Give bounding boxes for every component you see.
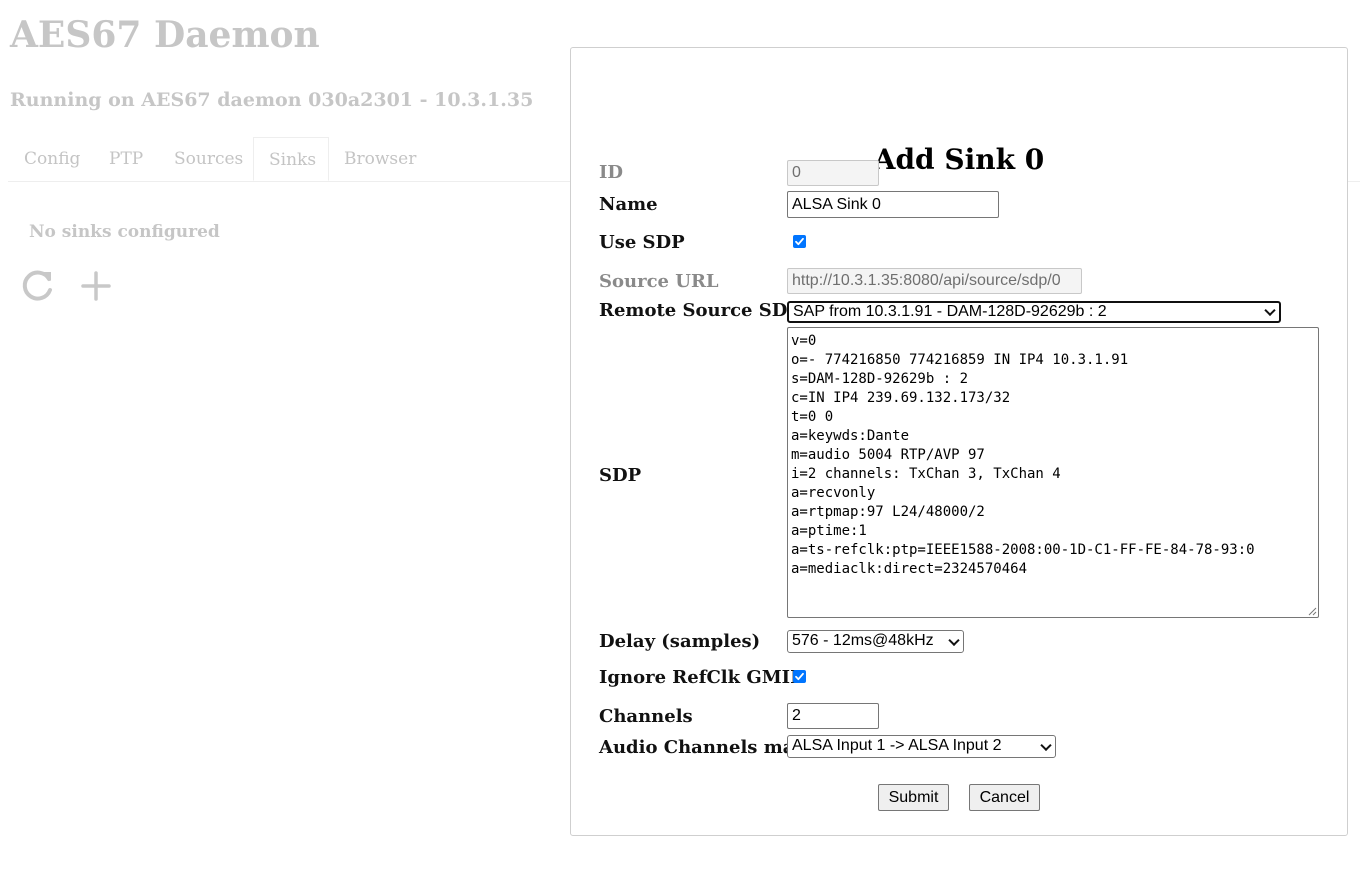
channel-map-label: Audio Channels map [599,737,807,758]
check-icon [795,237,804,246]
refresh-icon[interactable] [20,268,56,308]
tab-browser[interactable]: Browser [329,137,431,181]
sdp-line: a=keywds:Dante [791,428,910,444]
sdp-line: a=ts-refclk:ptp=IEEE1588-2008:00-1D-C1-F… [791,542,1255,558]
check-icon [795,672,804,681]
tab-sources[interactable]: Sources [159,137,258,181]
tab-config[interactable]: Config [9,137,95,181]
no-sinks-message: No sinks configured [29,222,220,242]
channels-label: Channels [599,706,693,727]
chevron-down-icon [1264,304,1276,317]
use-sdp-label: Use SDP [599,232,685,253]
sdp-line: i=2 channels: TxChan 3, TxChan 4 [791,466,1061,482]
channel-map-select[interactable]: ALSA Input 1 -> ALSA Input 2 [787,735,1056,758]
resize-grip-icon[interactable] [1307,606,1317,616]
sdp-line: s=DAM-128D-92629b : 2 [791,371,969,387]
use-sdp-checkbox[interactable] [793,235,806,248]
ignore-refclk-checkbox[interactable] [793,670,806,683]
sdp-line: o=- 774216850 774216859 IN IP4 10.3.1.91 [791,352,1129,368]
app-title: AES67 Daemon [10,14,320,56]
delay-value: 576 - 12ms@48kHz [792,632,934,649]
name-input[interactable]: ALSA Sink 0 [787,191,999,218]
sdp-line: v=0 [791,333,817,349]
sdp-line: a=recvonly [791,485,876,501]
source-url-label: Source URL [599,271,719,292]
remote-source-label: Remote Source SDP [599,300,801,321]
source-url-field: http://10.3.1.35:8080/api/source/sdp/0 [787,268,1082,294]
sdp-line: m=audio 5004 RTP/AVP 97 [791,447,985,463]
sdp-line: a=ptime:1 [791,523,867,539]
sdp-line: c=IN IP4 239.69.132.173/32 [791,390,1011,406]
remote-source-value: SAP from 10.3.1.91 - DAM-128D-92629b : 2 [793,303,1107,320]
remote-source-select[interactable]: SAP from 10.3.1.91 - DAM-128D-92629b : 2 [787,301,1281,323]
id-field: 0 [787,160,879,186]
delay-label: Delay (samples) [599,631,761,652]
channel-map-value: ALSA Input 1 -> ALSA Input 2 [792,737,1002,754]
ignore-refclk-label: Ignore RefClk GMID [599,667,806,688]
chevron-down-icon [1040,739,1052,751]
cancel-button[interactable]: Cancel [969,784,1040,811]
name-label: Name [599,194,658,215]
channels-input[interactable]: 2 [787,703,879,729]
sdp-line: a=mediaclk:direct=2324570464 [791,561,1028,577]
app-subtitle: Running on AES67 daemon 030a2301 - 10.3.… [10,89,534,111]
tab-sinks[interactable]: Sinks [253,137,329,181]
id-label: ID [599,162,624,183]
submit-button[interactable]: Submit [878,784,949,811]
sdp-label: SDP [599,465,642,486]
sdp-textarea[interactable]: v=0 o=- 774216850 774216859 IN IP4 10.3.… [787,327,1319,618]
sdp-line: t=0 0 [791,409,834,425]
sdp-line: a=rtpmap:97 L24/48000/2 [791,504,985,520]
dialog-title: Add Sink 0 [873,143,1045,176]
tab-ptp[interactable]: PTP [94,137,158,181]
delay-select[interactable]: 576 - 12ms@48kHz [787,630,964,653]
chevron-down-icon [948,634,960,646]
add-icon[interactable] [80,270,112,306]
